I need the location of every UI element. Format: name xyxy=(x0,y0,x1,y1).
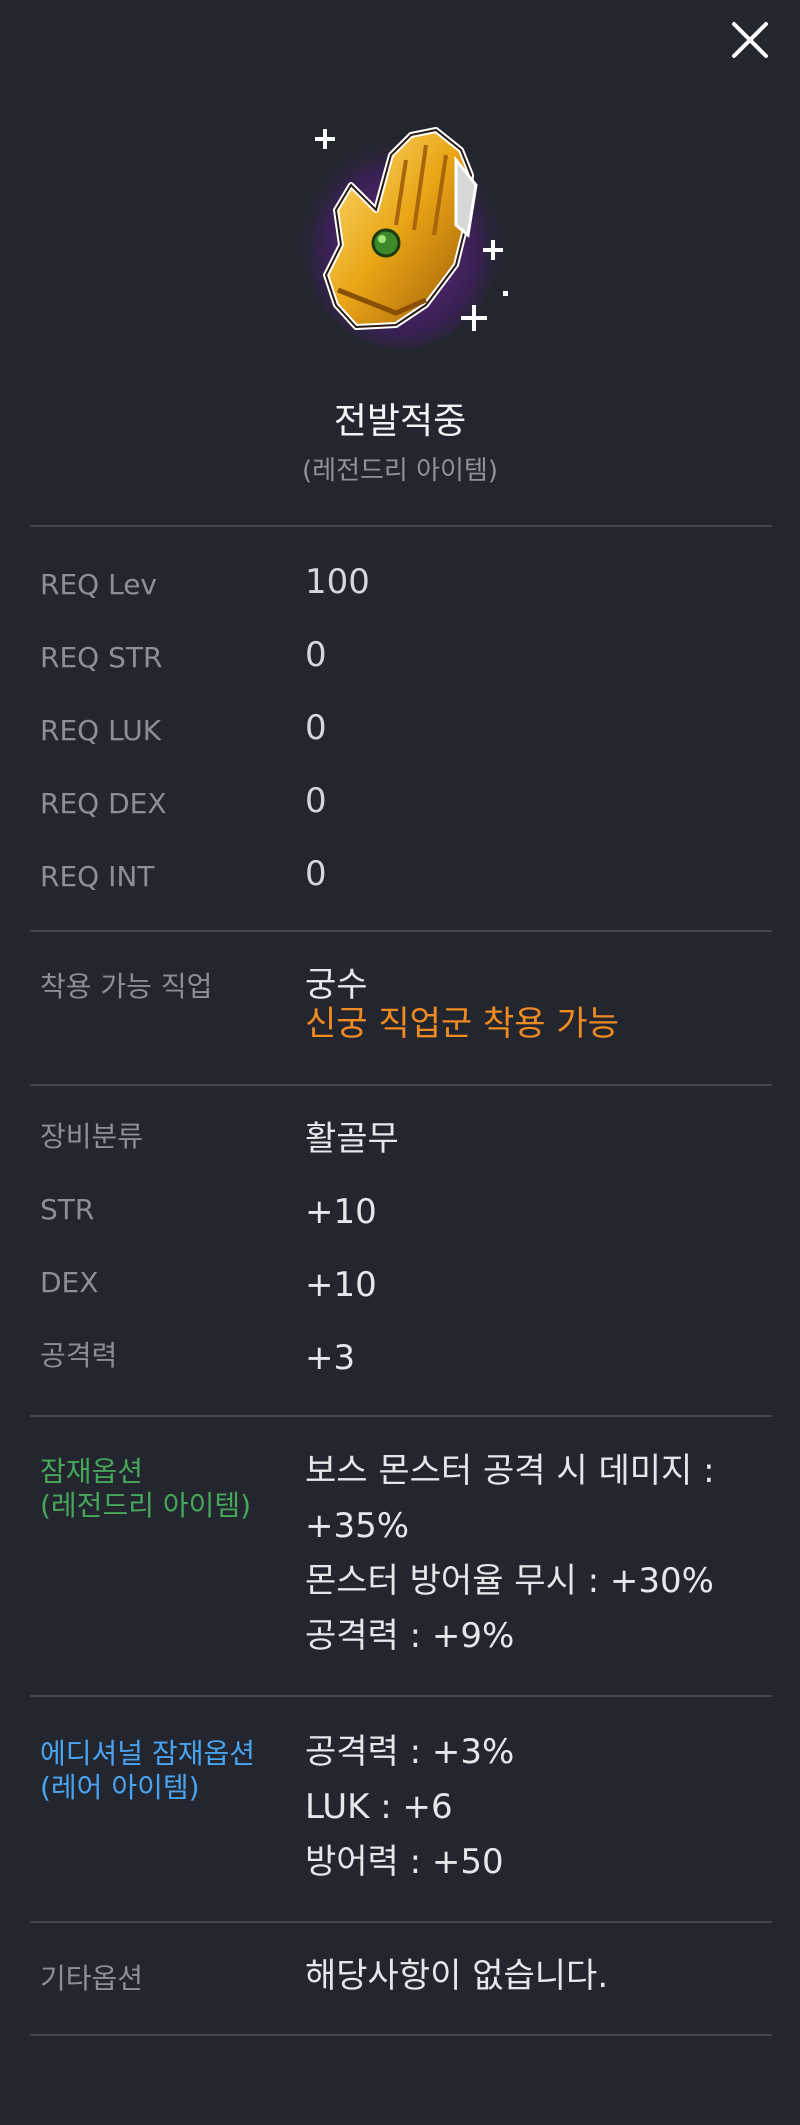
divider xyxy=(30,1084,772,1086)
job-note: 신궁 직업군 착용 가능 xyxy=(305,1004,619,1044)
potential-label: 잠재옵션 (레전드리 아이템) xyxy=(40,1455,251,1523)
close-button[interactable] xyxy=(728,18,772,62)
potential-option-line: 보스 몬스터 공격 시 데미지 : xyxy=(305,1451,715,1491)
attack-label: 공격력 xyxy=(40,1339,118,1372)
divider xyxy=(30,1695,772,1697)
job-value: 궁수 xyxy=(305,965,368,1005)
req-lev-label: REQ Lev xyxy=(40,568,157,601)
dex-value: +10 xyxy=(305,1265,377,1305)
additional-option-line: 방어력 : +50 xyxy=(305,1842,504,1882)
potential-label-title: 잠재옵션 xyxy=(40,1455,144,1488)
attack-value: +3 xyxy=(305,1338,356,1378)
str-label: STR xyxy=(40,1193,95,1226)
req-luk-value: 0 xyxy=(305,708,327,748)
req-dex-value: 0 xyxy=(305,781,327,821)
etc-value: 해당사항이 없습니다. xyxy=(305,1956,609,1996)
additional-potential-label: 에디셔널 잠재옵션 (레어 아이템) xyxy=(40,1737,255,1805)
golden-glove-icon xyxy=(301,127,508,348)
additional-option-line: LUK : +6 xyxy=(305,1787,453,1827)
item-image xyxy=(296,115,516,350)
divider xyxy=(30,1921,772,1923)
potential-option-line: +35% xyxy=(305,1506,410,1546)
additional-label-title: 에디셔널 잠재옵션 xyxy=(40,1737,255,1770)
divider xyxy=(30,1415,772,1417)
potential-option-line: 공격력 : +9% xyxy=(305,1616,515,1656)
dex-label: DEX xyxy=(40,1266,99,1299)
potential-label-grade: (레전드리 아이템) xyxy=(40,1489,252,1522)
close-icon xyxy=(732,22,768,58)
req-int-label: REQ INT xyxy=(40,860,155,893)
additional-options: 공격력 : +3% LUK : +6 방어력 : +50 xyxy=(305,1725,775,1890)
equip-type-label: 장비분류 xyxy=(40,1120,144,1153)
equip-type-value: 활골무 xyxy=(305,1119,399,1159)
item-name: 전발적중 xyxy=(333,401,467,442)
req-luk-label: REQ LUK xyxy=(40,714,162,747)
additional-label-grade: (레어 아이템) xyxy=(40,1771,200,1804)
divider xyxy=(30,930,772,932)
item-grade: (레전드리 아이템) xyxy=(302,456,498,486)
divider xyxy=(30,525,772,527)
divider xyxy=(30,2034,772,2036)
req-str-value: 0 xyxy=(305,635,327,675)
req-dex-label: REQ DEX xyxy=(40,787,167,820)
req-str-label: REQ STR xyxy=(40,641,163,674)
potential-options: 보스 몬스터 공격 시 데미지 : +35% 몬스터 방어율 무시 : +30%… xyxy=(305,1444,775,1664)
str-value: +10 xyxy=(305,1192,377,1232)
potential-option-line: 몬스터 방어율 무시 : +30% xyxy=(305,1561,714,1601)
additional-option-line: 공격력 : +3% xyxy=(305,1732,515,1772)
etc-label: 기타옵션 xyxy=(40,1962,144,1995)
job-label: 착용 가능 직업 xyxy=(40,970,213,1003)
req-int-value: 0 xyxy=(305,854,327,894)
req-lev-value: 100 xyxy=(305,562,370,602)
